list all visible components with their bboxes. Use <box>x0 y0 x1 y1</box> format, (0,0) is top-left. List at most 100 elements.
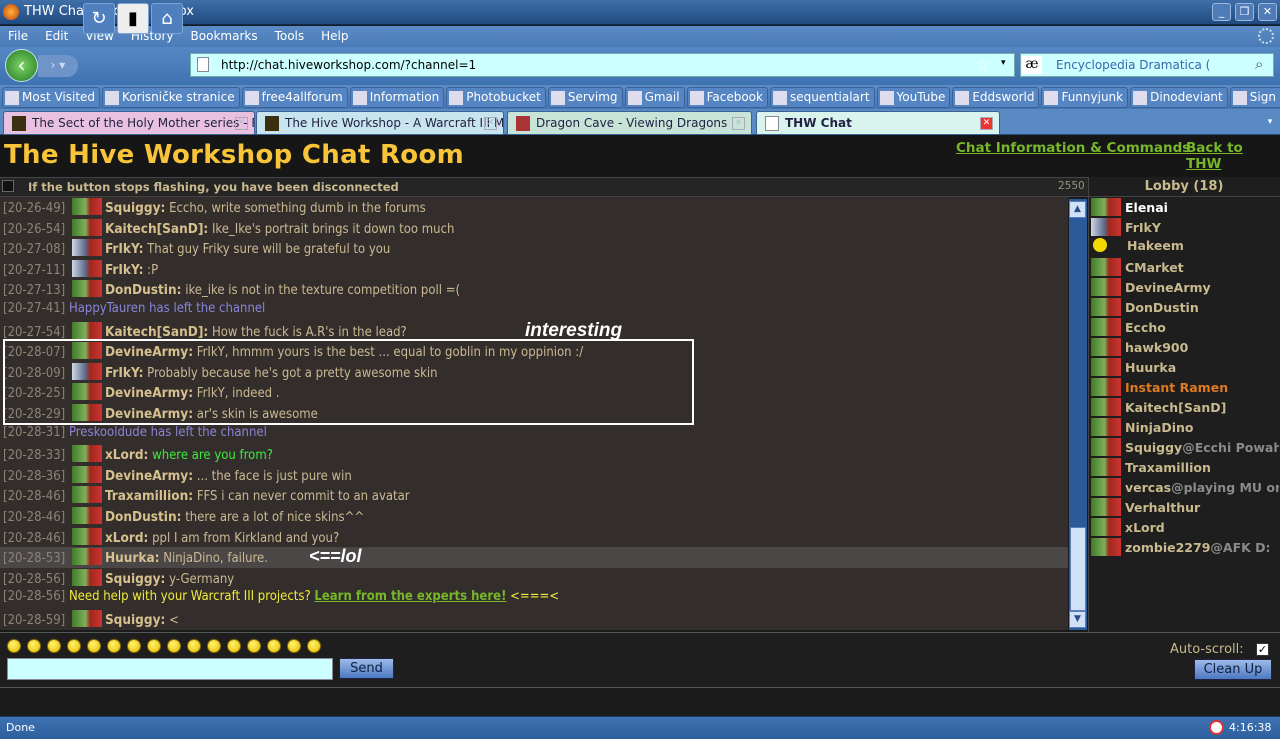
chat-message-input[interactable] <box>7 658 333 680</box>
autoscroll-checkbox[interactable]: ✓ <box>1256 643 1269 656</box>
ad-link[interactable]: Learn from the experts here! <box>314 589 506 604</box>
search-engine-icon[interactable]: æ <box>1022 56 1042 74</box>
minimize-button[interactable]: _ <box>1212 3 1231 21</box>
bookmark-item[interactable]: Servimg <box>547 87 623 108</box>
message-nick[interactable]: Squiggy: <box>105 200 165 216</box>
smiley-icon[interactable] <box>287 639 301 653</box>
bookmark-item[interactable]: Eddsworld <box>952 87 1040 108</box>
bookmark-item[interactable]: YouTube <box>876 87 951 108</box>
user-list-item[interactable]: DonDustin <box>1091 298 1279 318</box>
clean-up-button[interactable]: Clean Up <box>1194 659 1272 680</box>
message-nick[interactable]: DonDustin: <box>105 509 182 525</box>
bookmark-item[interactable]: Sign In <box>1229 87 1280 108</box>
tab-close-icon[interactable]: ✕ <box>980 117 993 130</box>
user-list-item[interactable]: zombie2279@AFK D: <box>1091 538 1279 558</box>
user-list-item[interactable]: Verhalthur <box>1091 498 1279 518</box>
tab-2[interactable]: Dragon Cave - Viewing Dragons ✕ <box>507 111 752 135</box>
smiley-icon[interactable] <box>267 639 281 653</box>
reload-button[interactable]: ↻ <box>83 3 115 34</box>
user-list-item[interactable]: Huurka <box>1091 358 1279 378</box>
user-list-item[interactable]: Squiggy@Ecchi Powahz <box>1091 438 1279 458</box>
tab-0[interactable]: The Sect of the Holy Mother series - Pa.… <box>3 111 255 135</box>
bookmark-item[interactable]: Information <box>349 87 445 108</box>
search-input[interactable]: Encyclopedia Dramatica ( <box>1020 53 1274 77</box>
user-list-item[interactable]: Traxamillion <box>1091 458 1279 478</box>
smiley-icon[interactable] <box>107 639 121 653</box>
smiley-icon[interactable] <box>67 639 81 653</box>
menu-help[interactable]: Help <box>321 29 348 47</box>
smiley-icon[interactable] <box>87 639 101 653</box>
menu-bookmarks[interactable]: Bookmarks <box>191 29 258 47</box>
message-nick[interactable]: Traxamillion: <box>105 488 193 504</box>
tab-close-icon[interactable]: ✕ <box>235 117 248 130</box>
forward-button[interactable]: › ▾ <box>38 55 78 77</box>
smiley-icon[interactable] <box>207 639 221 653</box>
user-list-item[interactable]: Hakeem <box>1091 238 1279 258</box>
smiley-icon[interactable] <box>27 639 41 653</box>
message-nick[interactable]: FrIkY: <box>105 262 144 278</box>
message-nick[interactable]: Squiggy: <box>105 571 165 587</box>
bookmark-item[interactable]: Photobucket <box>446 87 546 108</box>
user-list-item[interactable]: NinjaDino <box>1091 418 1279 438</box>
user-list-item[interactable]: vercas@playing MU onli <box>1091 478 1279 498</box>
smiley-icon[interactable] <box>7 639 21 653</box>
url-bar[interactable]: http://chat.hiveworkshop.com/?channel=1 <box>190 53 1015 77</box>
bookmark-item[interactable]: sequentialart <box>769 87 875 108</box>
send-button[interactable]: Send <box>339 658 394 679</box>
bookmark-item[interactable]: free4allforum <box>241 87 348 108</box>
message-nick[interactable]: DevineArmy: <box>105 468 193 484</box>
message-nick[interactable]: xLord: <box>105 530 148 546</box>
tab-1[interactable]: The Hive Workshop - A Warcraft III Mo...… <box>256 111 504 135</box>
url-dropdown-icon[interactable]: ▾ <box>1001 58 1006 68</box>
menu-tools[interactable]: Tools <box>275 29 305 47</box>
smiley-icon[interactable] <box>127 639 141 653</box>
smiley-icon[interactable] <box>247 639 261 653</box>
bookmark-item[interactable]: Funnyjunk <box>1041 87 1129 108</box>
message-nick[interactable]: Huurka: <box>105 550 160 566</box>
scroll-down-arrow-icon[interactable]: ▼ <box>1069 611 1086 628</box>
user-list-item[interactable]: Instant Ramen <box>1091 378 1279 398</box>
connection-indicator-button[interactable] <box>2 180 14 192</box>
custom-toolbar-button[interactable]: ▮ <box>117 3 149 34</box>
home-button[interactable]: ⌂ <box>151 3 183 34</box>
smiley-icon[interactable] <box>187 639 201 653</box>
tab-list-button[interactable]: ▾ <box>1262 113 1278 131</box>
user-list-item[interactable]: xLord <box>1091 518 1279 538</box>
menu-edit[interactable]: Edit <box>45 29 68 47</box>
user-list-item[interactable]: Elenai <box>1091 198 1279 218</box>
bookmark-item[interactable]: Korisničke stranice <box>102 87 240 108</box>
user-list-item[interactable]: DevineArmy <box>1091 278 1279 298</box>
bookmark-star-icon[interactable]: ☆ <box>975 55 989 74</box>
smiley-icon[interactable] <box>147 639 161 653</box>
tab-close-icon[interactable]: ✕ <box>484 117 497 130</box>
message-nick[interactable]: xLord: <box>105 447 148 463</box>
smiley-icon[interactable] <box>167 639 181 653</box>
user-list-item[interactable]: FrIkY <box>1091 218 1279 238</box>
back-button[interactable]: ‹ <box>5 49 38 82</box>
scrollbar-thumb[interactable] <box>1070 527 1086 611</box>
message-nick[interactable]: Kaitech[SanD]: <box>105 221 208 237</box>
back-to-thw-link[interactable]: Back to THW <box>1186 140 1280 172</box>
message-nick[interactable]: FrIkY: <box>105 241 144 257</box>
tab-close-icon[interactable]: ✕ <box>732 117 745 130</box>
tab-3[interactable]: THW Chat ✕ <box>756 111 1000 135</box>
user-list-item[interactable]: Eccho <box>1091 318 1279 338</box>
user-list-item[interactable]: Kaitech[SanD] <box>1091 398 1279 418</box>
scroll-up-arrow-icon[interactable]: ▲ <box>1069 201 1086 218</box>
bookmark-item[interactable]: Gmail <box>624 87 685 108</box>
message-nick[interactable]: Kaitech[SanD]: <box>105 324 208 340</box>
menu-file[interactable]: File <box>8 29 28 47</box>
smiley-icon[interactable] <box>227 639 241 653</box>
chat-info-link[interactable]: Chat Information & Commands <box>956 140 1190 156</box>
smiley-icon[interactable] <box>47 639 61 653</box>
message-nick[interactable]: DonDustin: <box>105 282 182 298</box>
bookmark-item[interactable]: Dinodeviant <box>1130 87 1228 108</box>
restore-button[interactable]: ❐ <box>1235 3 1254 21</box>
user-list-item[interactable]: hawk900 <box>1091 338 1279 358</box>
search-icon[interactable]: ⌕ <box>1255 55 1263 73</box>
smiley-icon[interactable] <box>307 639 321 653</box>
bookmark-item[interactable]: Facebook <box>686 87 768 108</box>
message-nick[interactable]: Squiggy: <box>105 612 165 628</box>
bookmark-item[interactable]: Most Visited <box>2 87 101 108</box>
user-list-item[interactable]: CMarket <box>1091 258 1279 278</box>
